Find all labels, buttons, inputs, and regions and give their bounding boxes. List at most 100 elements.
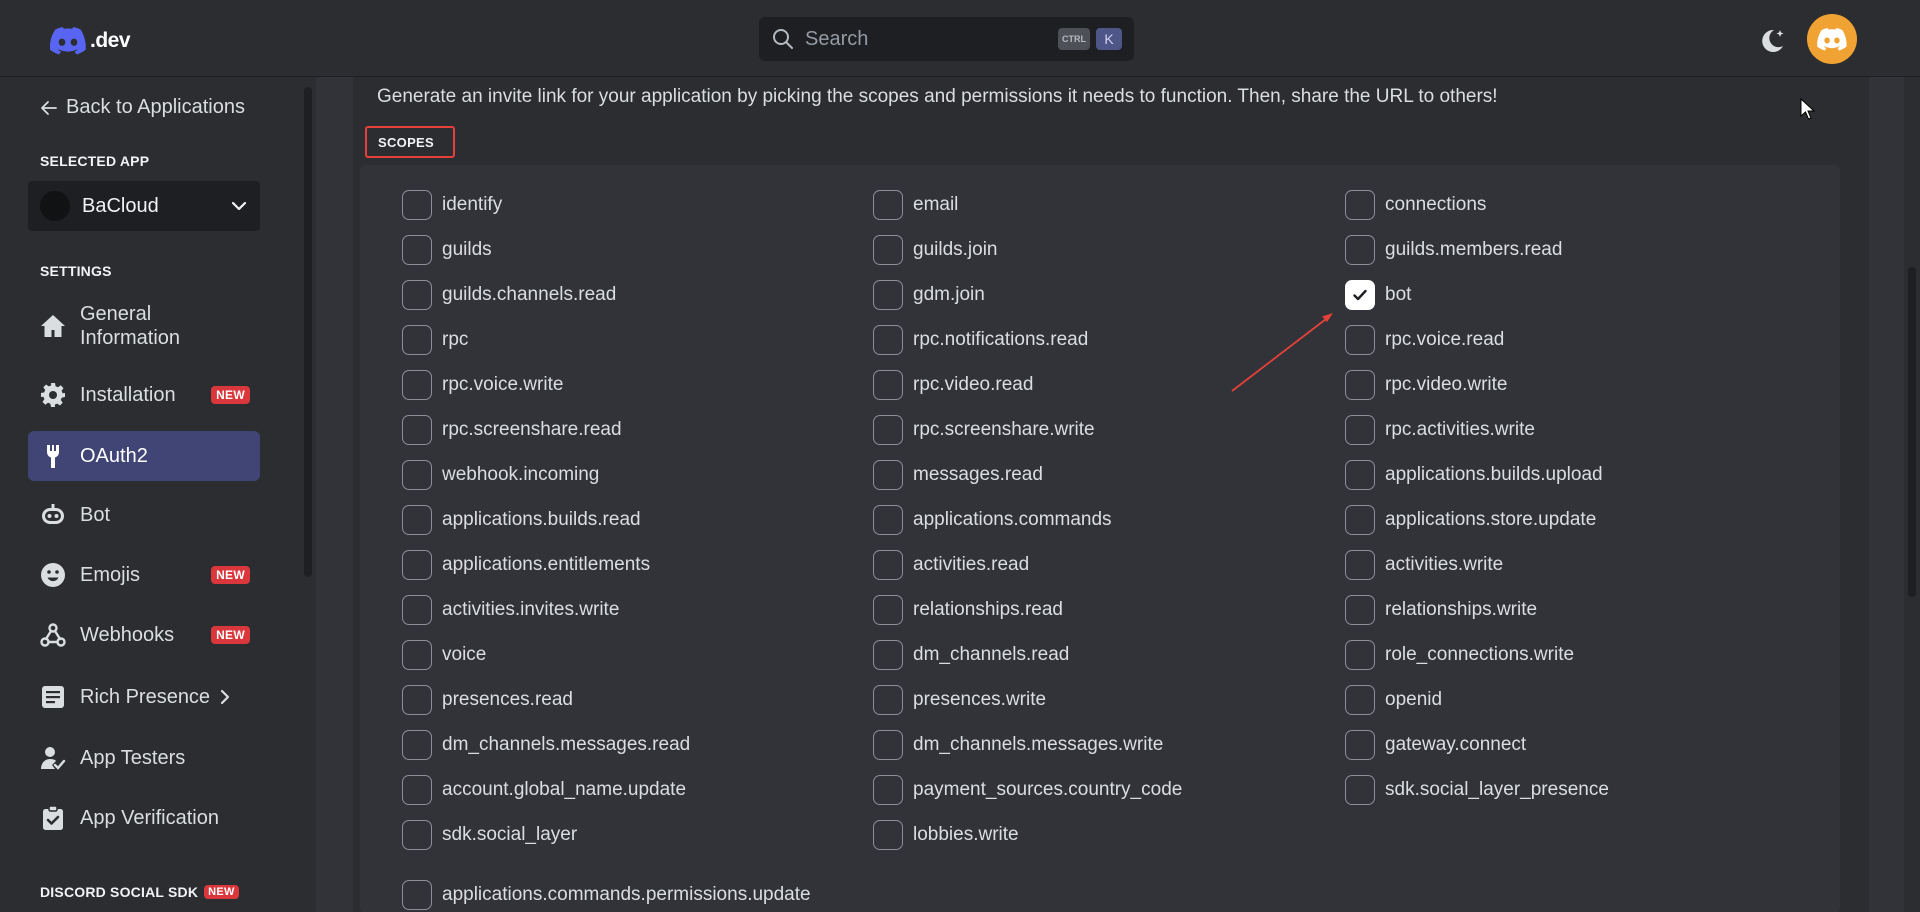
sidebar-scrollbar-thumb[interactable]	[304, 87, 312, 577]
checkbox[interactable]	[402, 550, 432, 580]
scope-checkbox[interactable]: lobbies.write	[873, 820, 1019, 850]
checkbox[interactable]	[402, 280, 432, 310]
scope-checkbox[interactable]: activities.read	[873, 550, 1029, 580]
sidebar-item-webhooks[interactable]: Webhooks NEW	[28, 610, 260, 660]
scope-checkbox[interactable]: relationships.read	[873, 595, 1063, 625]
sidebar-item-bot[interactable]: Bot	[28, 490, 260, 540]
checkbox[interactable]	[873, 415, 903, 445]
scope-checkbox[interactable]: rpc.screenshare.read	[402, 415, 622, 445]
checkbox[interactable]	[873, 640, 903, 670]
scope-checkbox[interactable]: webhook.incoming	[402, 460, 599, 490]
scope-checkbox[interactable]: openid	[1345, 685, 1442, 715]
checkbox[interactable]	[1345, 415, 1375, 445]
sidebar-item-oauth2[interactable]: OAuth2	[28, 431, 260, 481]
scope-checkbox[interactable]: rpc.screenshare.write	[873, 415, 1095, 445]
checkbox[interactable]	[873, 325, 903, 355]
scope-checkbox[interactable]: account.global_name.update	[402, 775, 686, 805]
scope-checkbox[interactable]: rpc.voice.read	[1345, 325, 1504, 355]
checkbox[interactable]	[873, 595, 903, 625]
checkbox[interactable]	[402, 415, 432, 445]
checkbox[interactable]	[873, 820, 903, 850]
sidebar-scrollbar[interactable]	[300, 77, 316, 912]
checkbox[interactable]	[1345, 460, 1375, 490]
checkbox[interactable]	[1345, 190, 1375, 220]
main-scrollbar-thumb[interactable]	[1908, 267, 1916, 597]
checkbox[interactable]	[1345, 730, 1375, 760]
scope-checkbox[interactable]: applications.builds.upload	[1345, 460, 1603, 490]
checkbox[interactable]	[873, 685, 903, 715]
app-selector[interactable]: BaCloud	[28, 181, 260, 231]
scope-checkbox[interactable]: relationships.write	[1345, 595, 1537, 625]
checkbox[interactable]	[873, 550, 903, 580]
checkbox[interactable]	[1345, 550, 1375, 580]
dark-mode-toggle-icon[interactable]	[1756, 25, 1788, 57]
scope-checkbox[interactable]: applications.commands	[873, 505, 1112, 535]
scope-checkbox[interactable]: email	[873, 190, 958, 220]
scope-checkbox[interactable]: applications.builds.read	[402, 505, 641, 535]
checkbox[interactable]	[402, 640, 432, 670]
scope-checkbox[interactable]: identify	[402, 190, 502, 220]
scope-checkbox[interactable]: rpc.activities.write	[1345, 415, 1535, 445]
scope-checkbox[interactable]: guilds.channels.read	[402, 280, 616, 310]
checkbox[interactable]	[1345, 685, 1375, 715]
sidebar-item-rich-presence[interactable]: Rich Presence	[28, 672, 260, 722]
sidebar-item-general-information[interactable]: General Information	[28, 301, 260, 351]
checkbox[interactable]	[402, 820, 432, 850]
scope-checkbox[interactable]: dm_channels.messages.write	[873, 730, 1163, 760]
scope-checkbox[interactable]: gdm.join	[873, 280, 985, 310]
sidebar-item-app-testers[interactable]: App Testers	[28, 733, 260, 783]
scope-checkbox[interactable]: sdk.social_layer	[402, 820, 577, 850]
scope-checkbox[interactable]: rpc.voice.write	[402, 370, 563, 400]
checkbox[interactable]	[1345, 595, 1375, 625]
checkbox[interactable]	[402, 325, 432, 355]
checkbox[interactable]	[873, 505, 903, 535]
checkbox[interactable]	[873, 460, 903, 490]
scope-checkbox[interactable]: dm_channels.messages.read	[402, 730, 690, 760]
scope-checkbox[interactable]: guilds.members.read	[1345, 235, 1562, 265]
scope-checkbox[interactable]: role_connections.write	[1345, 640, 1574, 670]
scope-checkbox[interactable]: rpc	[402, 325, 468, 355]
scope-checkbox[interactable]: applications.entitlements	[402, 550, 650, 580]
checkbox[interactable]	[873, 775, 903, 805]
checkbox[interactable]	[402, 775, 432, 805]
scope-checkbox[interactable]: presences.write	[873, 685, 1046, 715]
main-scrollbar[interactable]	[1904, 77, 1920, 912]
scope-checkbox[interactable]: voice	[402, 640, 486, 670]
scope-checkbox[interactable]: connections	[1345, 190, 1486, 220]
checkbox[interactable]	[402, 595, 432, 625]
scope-checkbox[interactable]: bot	[1345, 280, 1411, 310]
checkbox[interactable]	[873, 730, 903, 760]
scope-checkbox[interactable]: dm_channels.read	[873, 640, 1069, 670]
checkbox[interactable]	[873, 280, 903, 310]
scope-checkbox[interactable]: messages.read	[873, 460, 1043, 490]
checkbox[interactable]	[1345, 325, 1375, 355]
checkbox[interactable]	[402, 370, 432, 400]
checkbox[interactable]	[873, 235, 903, 265]
checkbox[interactable]	[1345, 505, 1375, 535]
checkbox[interactable]	[873, 370, 903, 400]
scope-checkbox[interactable]: guilds.join	[873, 235, 998, 265]
search-input[interactable]: Search CTRL K	[759, 17, 1134, 61]
sidebar-item-installation[interactable]: Installation NEW	[28, 370, 260, 420]
checkbox[interactable]	[1345, 370, 1375, 400]
sidebar-item-app-verification[interactable]: App Verification	[28, 793, 260, 843]
checkbox[interactable]	[402, 235, 432, 265]
checkbox[interactable]	[1345, 775, 1375, 805]
back-to-applications-link[interactable]: Back to Applications	[40, 96, 245, 119]
scope-checkbox[interactable]: rpc.video.write	[1345, 370, 1508, 400]
scope-checkbox[interactable]: sdk.social_layer_presence	[1345, 775, 1609, 805]
checkbox[interactable]	[402, 880, 432, 910]
scope-checkbox[interactable]: rpc.notifications.read	[873, 325, 1088, 355]
sidebar-item-emojis[interactable]: Emojis NEW	[28, 550, 260, 600]
scope-checkbox[interactable]: payment_sources.country_code	[873, 775, 1182, 805]
checkbox[interactable]	[873, 190, 903, 220]
scope-checkbox[interactable]: gateway.connect	[1345, 730, 1526, 760]
user-avatar[interactable]	[1807, 14, 1857, 64]
checkbox[interactable]	[402, 190, 432, 220]
scope-checkbox[interactable]: activities.invites.write	[402, 595, 619, 625]
scope-checkbox[interactable]: activities.write	[1345, 550, 1503, 580]
scope-checkbox[interactable]: applications.store.update	[1345, 505, 1596, 535]
checkbox[interactable]	[1345, 235, 1375, 265]
scope-checkbox[interactable]: rpc.video.read	[873, 370, 1033, 400]
scope-checkbox[interactable]: presences.read	[402, 685, 573, 715]
